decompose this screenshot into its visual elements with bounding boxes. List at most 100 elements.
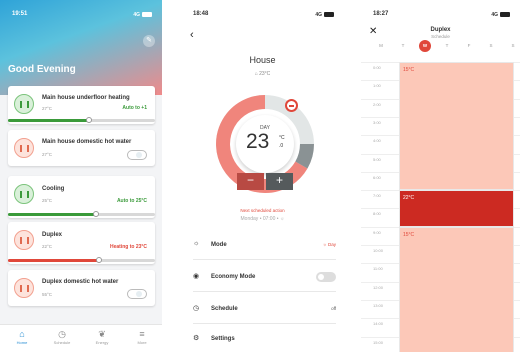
day-tab[interactable]: M — [375, 43, 387, 48]
schedule-subtitle: Schedule — [431, 34, 450, 39]
day-tab[interactable]: S — [507, 43, 519, 48]
zone-slider-track[interactable] — [8, 117, 155, 123]
battery-icon — [142, 12, 152, 17]
nav-more[interactable]: ≡ More — [122, 329, 162, 345]
battery-icon — [324, 12, 334, 17]
status-bar: 18:27 4G — [361, 0, 520, 24]
mode-value-text: Day — [327, 242, 336, 247]
zone-temp: 27°C — [42, 152, 53, 157]
nav-energy[interactable]: ❦ Energy — [82, 329, 122, 345]
schedule-title: Duplex — [430, 27, 451, 33]
zone-status: Heating to 23°C — [109, 244, 147, 250]
nav-schedule[interactable]: ◷ Schedule — [42, 329, 82, 345]
menu-icon: ≡ — [139, 329, 145, 339]
hour-label: 4:00 — [373, 138, 381, 144]
hour-label: 9:00 — [373, 229, 381, 235]
nav-label: Energy — [95, 340, 109, 345]
weekday-selector: MTWTFSS — [361, 40, 520, 54]
row-label: Economy Mode — [211, 274, 256, 280]
network-label: 4G — [315, 12, 322, 18]
hour-label: 6:00 — [373, 174, 381, 180]
zone-name: Cooling — [42, 186, 65, 192]
home-screen: 19:51 4G ✎ Good Evening Main house under… — [0, 0, 162, 352]
nav-label: Home — [16, 340, 28, 345]
schedule-block[interactable]: 15°C — [399, 226, 514, 352]
zone-card[interactable]: Main house underfloor heating 27°C Auto … — [8, 86, 155, 124]
zone-card[interactable]: Main house domestic hot water 27°C — [8, 130, 155, 166]
row-label: Schedule — [211, 306, 238, 312]
zone-card[interactable]: Duplex domestic hot water 55°C — [8, 270, 155, 306]
schedule-block[interactable]: 15°C — [399, 62, 514, 191]
day-mode-badge[interactable] — [285, 99, 298, 112]
edit-icon[interactable]: ✎ — [143, 35, 155, 47]
next-action-label: Next scheduled action — [240, 208, 285, 213]
zone-temp: 27°C — [42, 106, 53, 111]
thermostat-dial[interactable]: DAY 23 °C .0 − + — [215, 94, 315, 194]
settings-row[interactable]: ⚙ Settings — [193, 326, 336, 352]
mode-row[interactable]: ☼ Mode ☼ Day — [193, 232, 336, 260]
day-tab[interactable]: F — [463, 43, 475, 48]
mode-value: ☼ Day — [323, 242, 336, 247]
economy-icon: ◉ — [193, 273, 200, 280]
leaf-icon: ❦ — [98, 329, 106, 339]
greeting: Good Evening — [8, 64, 76, 75]
setpoint-decimal: .0 — [279, 143, 284, 149]
day-tab[interactable]: T — [397, 43, 409, 48]
schedule-block[interactable]: 22°C — [399, 190, 514, 227]
row-label: Mode — [211, 242, 227, 248]
zone-slider-fill — [8, 213, 97, 216]
zone-slider-track[interactable] — [8, 211, 155, 217]
hour-label: 2:00 — [373, 101, 381, 107]
zone-slider-knob[interactable] — [85, 117, 92, 123]
zone-slider-knob[interactable] — [96, 257, 103, 263]
hour-label: 14:00 — [373, 321, 384, 327]
zone-slider-knob[interactable] — [93, 211, 100, 217]
decrease-button[interactable]: − — [237, 173, 264, 190]
home-icon: ⌂ — [19, 329, 25, 339]
radiator-icon — [14, 184, 34, 204]
day-tab[interactable]: T — [441, 43, 453, 48]
hour-label: 12:00 — [373, 284, 384, 290]
nav-label: More — [137, 340, 147, 345]
setpoint-value: 23 — [246, 130, 270, 153]
zone-card[interactable]: Duplex 22°C Heating to 23°C — [8, 222, 155, 264]
block-temp: 22°C — [403, 195, 415, 202]
nav-label: Schedule — [53, 340, 71, 345]
radiator-icon — [14, 230, 34, 250]
zone-name: Duplex domestic hot water — [42, 279, 119, 285]
nav-home[interactable]: ⌂ Home — [2, 329, 42, 345]
schedule-row[interactable]: ◷ Schedule off — [193, 296, 336, 324]
increase-button[interactable]: + — [266, 173, 293, 190]
status-bar: 19:51 4G — [0, 0, 162, 24]
sun-icon: ☼ — [322, 242, 327, 247]
current-temp-value: 23°C — [259, 71, 271, 77]
zone-card[interactable]: Cooling 25°C Auto to 25°C — [8, 176, 155, 218]
next-action-value: Monday • 07:00 • ☼ — [181, 216, 344, 222]
hot-water-toggle[interactable] — [127, 289, 147, 299]
day-tab[interactable]: S — [485, 43, 497, 48]
hour-label: 3:00 — [373, 119, 381, 125]
schedule-screen: 18:27 4G ✕ Duplex Schedule MTWTFSS 0:00 1… — [361, 0, 520, 352]
zone-title: House — [249, 55, 276, 65]
status-time: 18:27 — [373, 11, 389, 17]
block-temp: 15°C — [403, 231, 415, 238]
row-label: Settings — [211, 336, 235, 342]
block-temp: 15°C — [403, 67, 415, 73]
zone-slider-track[interactable] — [8, 257, 155, 263]
hot-water-toggle[interactable] — [127, 150, 147, 160]
zone-slider-fill — [8, 119, 89, 122]
economy-mode-toggle[interactable] — [316, 272, 336, 282]
hot-water-icon — [14, 278, 34, 298]
hour-label: 0:00 — [373, 65, 381, 70]
dial-center: DAY 23 °C .0 — [236, 115, 294, 173]
sun-icon: ☼ — [279, 216, 285, 222]
hot-water-icon — [14, 138, 34, 158]
sun-icon: ☼ — [193, 240, 200, 247]
back-chevron-icon[interactable]: ‹ — [190, 29, 194, 41]
clock-icon: ◷ — [58, 329, 66, 339]
current-temp: ⌂ 23°C — [181, 71, 344, 77]
hour-label: 13:00 — [373, 302, 384, 308]
zone-temp: 22°C — [42, 244, 53, 249]
zone-temp: 55°C — [42, 292, 53, 297]
day-tab[interactable]: W — [419, 40, 431, 52]
